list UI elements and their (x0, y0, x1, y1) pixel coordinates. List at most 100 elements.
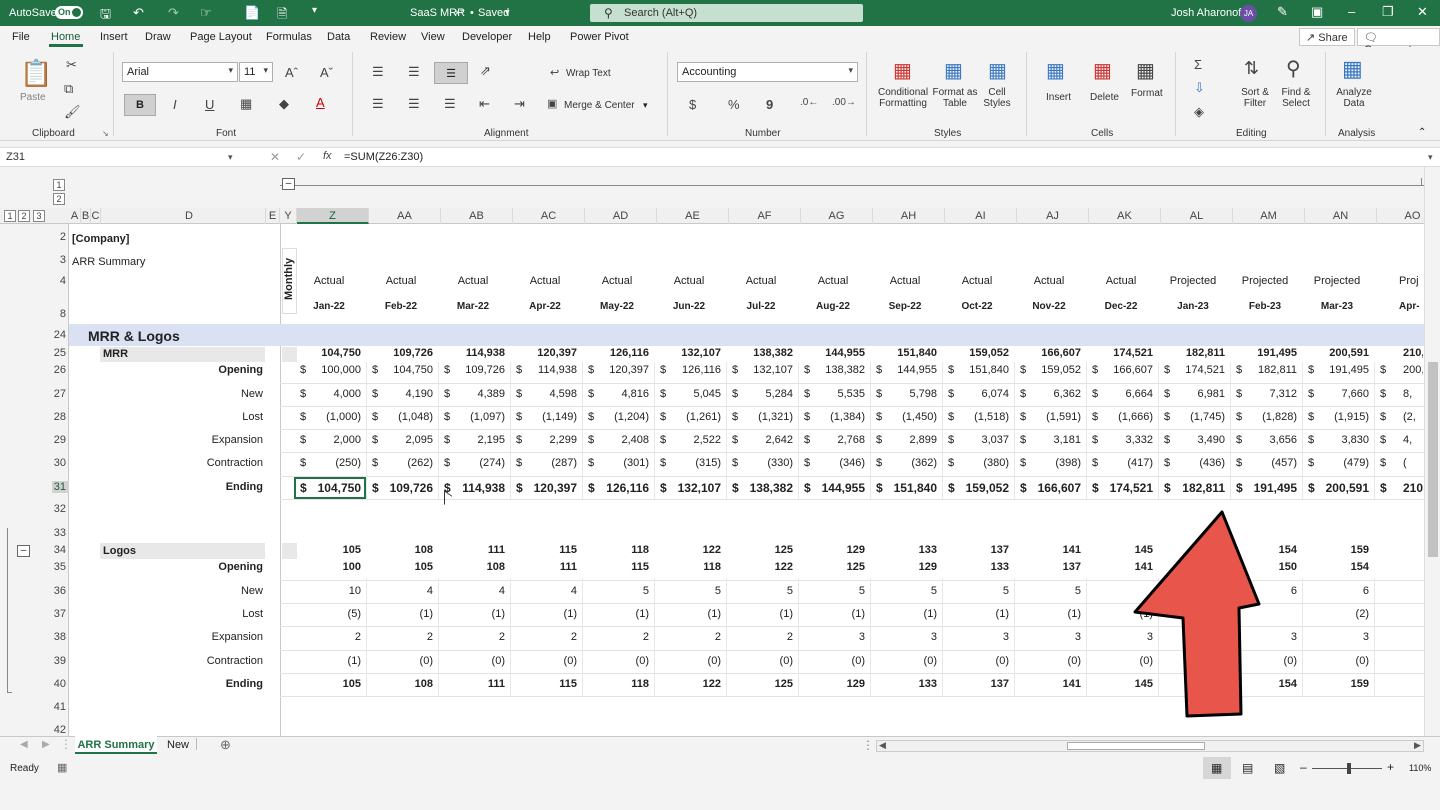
find-select-button[interactable]: Find & Select (1278, 87, 1314, 109)
prev-sheet-icon[interactable]: ◀ (20, 739, 28, 750)
search-box[interactable]: ⚲ Search (Alt+Q) (590, 4, 863, 22)
font-color-icon[interactable]: A (316, 95, 325, 110)
row-header-2[interactable]: 2 (52, 231, 69, 243)
collapse-ribbon-icon[interactable]: ⌃ (1418, 127, 1426, 138)
tab-data[interactable]: Data (327, 31, 350, 43)
format-as-table-button[interactable]: Format as Table (932, 87, 978, 109)
autosum-icon[interactable]: Σ (1194, 57, 1202, 72)
column-header-an[interactable]: AN (1305, 208, 1377, 224)
vertical-scrollbar[interactable] (1424, 167, 1440, 736)
chevron-down-icon[interactable]: ▾ (643, 100, 648, 111)
selected-cell[interactable] (294, 477, 366, 499)
zoom-out-icon[interactable]: – (1300, 760, 1307, 774)
row-header-42[interactable]: 42 (52, 724, 69, 736)
collapse-columns-button[interactable]: – (282, 178, 295, 190)
align-top-icon[interactable]: ☰ (372, 64, 384, 80)
next-sheet-icon[interactable]: ▶ (42, 739, 50, 750)
clear-icon[interactable]: ◈ (1194, 104, 1204, 120)
column-header-ab[interactable]: AB (441, 208, 513, 224)
avatar[interactable]: JA (1240, 5, 1257, 22)
page-layout-view-icon[interactable]: ▤ (1242, 761, 1253, 775)
autosave-toggle[interactable]: On (55, 6, 83, 19)
column-header-ac[interactable]: AC (513, 208, 585, 224)
col-outline-level-2[interactable]: 2 (53, 193, 65, 205)
dialog-launcher-icon[interactable]: ↘ (102, 129, 109, 138)
merge-center-button[interactable]: Merge & Center (564, 100, 635, 111)
sheet-tab-arr-summary[interactable]: ARR Summary (75, 736, 157, 754)
align-middle-icon[interactable]: ☰ (408, 64, 420, 80)
row-header-29[interactable]: 29 (52, 434, 69, 446)
comma-style-button[interactable]: 9 (766, 97, 773, 112)
increase-decimal-icon[interactable]: .0← (800, 97, 818, 108)
insert-function-button[interactable]: fx (323, 150, 332, 162)
row-header-28[interactable]: 28 (52, 411, 69, 423)
customize-qat-icon[interactable]: ▾ (312, 5, 317, 16)
align-bottom-button[interactable]: ☰ (434, 62, 468, 84)
column-header-af[interactable]: AF (729, 208, 801, 224)
fill-icon[interactable]: ⇩ (1194, 80, 1205, 96)
row-header-3[interactable]: 3 (52, 254, 69, 266)
tab-page-layout[interactable]: Page Layout (190, 31, 252, 43)
row-header-34[interactable]: 34 (52, 544, 69, 556)
row-header-33[interactable]: 33 (52, 527, 69, 539)
column-header-ad[interactable]: AD (585, 208, 657, 224)
accounting-format-button[interactable]: $ (689, 97, 696, 112)
chevron-down-icon[interactable]: ▾ (505, 7, 510, 18)
add-sheet-icon[interactable]: ⊕ (220, 737, 231, 753)
format-cells-button[interactable]: Format (1131, 88, 1163, 99)
normal-view-icon[interactable]: ▦ (1211, 761, 1222, 775)
row-header-25[interactable]: 25 (52, 347, 69, 359)
column-header-z[interactable]: Z (297, 208, 369, 224)
sheet-tab-new[interactable]: New (167, 739, 189, 751)
column-header-aj[interactable]: AJ (1017, 208, 1089, 224)
column-header-b[interactable]: B (81, 208, 91, 224)
horizontal-scrollbar[interactable]: ◀ ▶ (876, 740, 1424, 752)
column-header-d[interactable]: D (113, 208, 266, 224)
row-header-36[interactable]: 36 (52, 585, 69, 597)
column-header-a[interactable]: A (69, 208, 81, 224)
row-outline-level-1[interactable]: 1 (4, 210, 16, 222)
share-button[interactable]: ↗ Share (1299, 28, 1355, 46)
row-outline-level-3[interactable]: 3 (33, 210, 45, 222)
page-break-view-icon[interactable]: ▧ (1274, 761, 1285, 775)
formula-input[interactable]: =SUM(Z26:Z30) (344, 151, 423, 163)
row-header-39[interactable]: 39 (52, 655, 69, 667)
italic-button[interactable]: I (173, 97, 177, 112)
tab-formulas[interactable]: Formulas (266, 31, 312, 43)
accessibility-icon[interactable]: ▦ (57, 761, 67, 774)
align-right-icon[interactable]: ☰ (444, 96, 456, 112)
column-header-c[interactable]: C (91, 208, 101, 224)
column-header-al[interactable]: AL (1161, 208, 1233, 224)
open-file-icon[interactable]: 🗎 (277, 5, 287, 27)
name-box[interactable]: Z31 (4, 149, 236, 165)
row-header-31[interactable]: 31 (52, 481, 69, 493)
tab-home[interactable]: Home (51, 31, 80, 43)
zoom-slider-thumb[interactable] (1347, 763, 1351, 774)
sort-filter-button[interactable]: Sort & Filter (1238, 87, 1272, 109)
align-center-icon[interactable]: ☰ (408, 96, 420, 112)
column-header-e[interactable]: E (266, 208, 280, 224)
tab-draw[interactable]: Draw (145, 31, 171, 43)
column-header-ah[interactable]: AH (873, 208, 945, 224)
number-format-dropdown[interactable]: Accounting ▾ (677, 62, 858, 82)
font-name-dropdown[interactable]: Arial ▾ (122, 62, 238, 82)
cell-styles-button[interactable]: Cell Styles (980, 87, 1014, 109)
tab-power-pivot[interactable]: Power Pivot (570, 31, 629, 43)
align-left-icon[interactable]: ☰ (372, 96, 384, 112)
tab-developer[interactable]: Developer (462, 31, 512, 43)
cut-icon[interactable]: ✂ (66, 57, 77, 73)
borders-icon[interactable]: ▦ (240, 96, 252, 112)
font-size-dropdown[interactable]: 11 ▾ (239, 62, 273, 82)
chevron-down-icon[interactable]: ▾ (228, 152, 233, 163)
tab-file[interactable]: File (12, 31, 30, 43)
column-header-ag[interactable]: AG (801, 208, 873, 224)
ribbon-display-icon[interactable]: ▣ (1311, 4, 1323, 20)
column-header-ai[interactable]: AI (945, 208, 1017, 224)
column-header-am[interactable]: AM (1233, 208, 1305, 224)
delete-cells-button[interactable]: Delete (1090, 92, 1119, 103)
decrease-decimal-icon[interactable]: .00→ (832, 97, 856, 108)
format-painter-icon[interactable]: 🖌 (64, 104, 81, 120)
bold-button[interactable]: B (124, 94, 156, 116)
enter-icon[interactable]: ✓ (296, 150, 306, 164)
tab-insert[interactable]: Insert (100, 31, 128, 43)
